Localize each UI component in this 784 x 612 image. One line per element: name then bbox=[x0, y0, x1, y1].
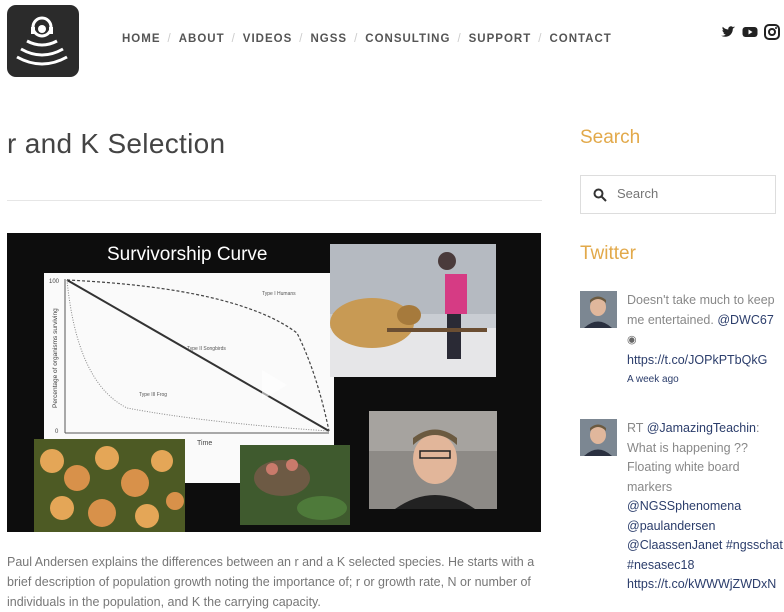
social-links bbox=[720, 24, 780, 40]
nav-videos[interactable]: VIDEOS bbox=[243, 33, 292, 45]
video-player[interactable]: Survivorship Curve 100 0 Time Percentage… bbox=[7, 233, 541, 532]
search-input[interactable] bbox=[615, 185, 769, 202]
type2-label: Type II Songbirds bbox=[187, 346, 226, 352]
video-thumbnail: Survivorship Curve 100 0 Time Percentage… bbox=[7, 233, 541, 532]
nav-separator: / bbox=[538, 33, 543, 45]
tweet-mention[interactable]: @JamazingTeachin bbox=[647, 421, 756, 435]
site-logo[interactable] bbox=[7, 5, 79, 77]
search-heading: Search bbox=[580, 127, 641, 148]
nav-about[interactable]: ABOUT bbox=[179, 33, 225, 45]
main-nav: HOME / ABOUT / VIDEOS / NGSS / CONSULTIN… bbox=[122, 33, 612, 45]
nav-consulting[interactable]: CONSULTING bbox=[365, 33, 450, 45]
nav-contact[interactable]: CONTACT bbox=[549, 33, 611, 45]
avatar[interactable] bbox=[580, 419, 617, 456]
video-description: Paul Andersen explains the differences b… bbox=[7, 555, 535, 609]
headphones-signal-icon bbox=[16, 16, 68, 66]
search-box bbox=[580, 175, 776, 214]
instagram-icon[interactable] bbox=[764, 24, 780, 40]
tick-100: 100 bbox=[49, 279, 60, 285]
twitter-icon[interactable] bbox=[720, 24, 736, 40]
nav-separator: / bbox=[231, 33, 236, 45]
nav-ngss[interactable]: NGSS bbox=[310, 33, 347, 45]
twitter-heading: Twitter bbox=[580, 243, 636, 264]
nav-home[interactable]: HOME bbox=[122, 33, 161, 45]
nav-separator: / bbox=[167, 33, 172, 45]
y-axis-label: Percentage of organisms surviving bbox=[52, 308, 59, 408]
type1-label: Type I Humans bbox=[262, 291, 296, 297]
nav-separator: / bbox=[299, 33, 304, 45]
tweet-body: Doesn't take much to keep me entertained… bbox=[627, 291, 784, 390]
tweet-text: What is happening ?? Floating white boar… bbox=[627, 440, 748, 494]
tweet-prefix: RT bbox=[627, 421, 644, 435]
tweet-mention[interactable]: @DWC67 bbox=[717, 313, 773, 327]
tweet-mentions[interactable]: @NGSSphenomena @paulandersen @ClaassenJa… bbox=[627, 499, 783, 572]
tweet-link[interactable]: https://t.co/JOPkPTbQkG bbox=[627, 353, 767, 367]
x-axis-label: Time bbox=[197, 440, 212, 447]
tweet-body: RT @JamazingTeachin: What is happening ?… bbox=[627, 421, 783, 591]
nav-support[interactable]: SUPPORT bbox=[469, 33, 532, 45]
search-icon bbox=[593, 188, 607, 202]
page-title: r and K Selection bbox=[7, 128, 226, 159]
type3-label: Type III Frog bbox=[139, 392, 167, 398]
camera-icon: ◉ bbox=[627, 334, 637, 346]
nav-separator: / bbox=[354, 33, 359, 45]
nav-separator: / bbox=[457, 33, 462, 45]
title-divider bbox=[7, 200, 542, 201]
slide-title: Survivorship Curve bbox=[107, 244, 268, 265]
tweet-link[interactable]: https://t.co/kWWWjZWDxN bbox=[627, 577, 776, 591]
tweet-time[interactable]: A week ago bbox=[627, 370, 784, 390]
avatar[interactable] bbox=[580, 291, 617, 328]
youtube-icon[interactable] bbox=[742, 24, 758, 40]
